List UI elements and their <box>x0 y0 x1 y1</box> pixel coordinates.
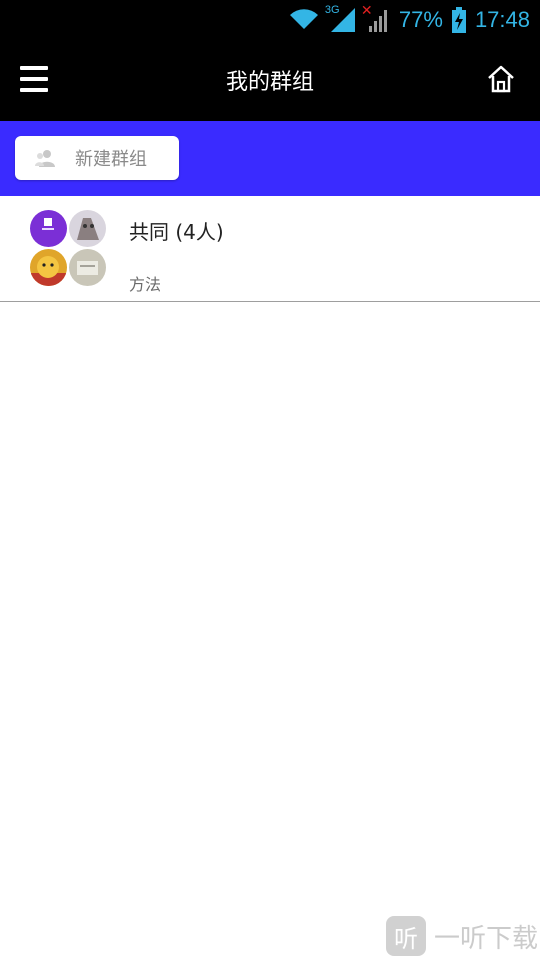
network-type-label: 3G <box>324 4 340 16</box>
watermark-logo-icon: 听 <box>385 916 426 956</box>
group-list-item[interactable]: 共同 (4人) 方法 <box>0 196 540 302</box>
wifi-icon <box>289 9 318 29</box>
battery-charging-icon <box>451 7 466 33</box>
group-name: 共同 (4人) <box>129 220 224 244</box>
member-avatar <box>69 249 106 286</box>
member-avatar <box>30 210 67 247</box>
watermark-text: 一听下载 <box>433 923 538 954</box>
app-bar: 我的群组 <box>0 40 540 121</box>
home-icon[interactable] <box>486 64 516 94</box>
new-group-label: 新建群组 <box>75 149 147 170</box>
status-bar: 3G ✕ 77% 17:48 <box>0 0 540 40</box>
battery-percent: 77% <box>398 7 443 32</box>
no-signal-icon: ✕ <box>361 2 391 32</box>
new-group-button[interactable]: 新建群组 <box>15 136 179 180</box>
group-list: 共同 (4人) 方法 <box>0 196 540 302</box>
status-icons: 3G ✕ 77% 17:48 <box>289 0 530 40</box>
member-avatar <box>69 210 106 247</box>
member-avatar <box>30 249 67 286</box>
watermark: 听 一听下载 <box>385 914 538 958</box>
mobile-signal-3g-icon: 3G <box>325 4 355 32</box>
group-toolbar: 新建群组 <box>0 121 540 196</box>
group-avatar-grid <box>30 210 106 286</box>
group-description: 方法 <box>129 275 162 294</box>
page-title: 我的群组 <box>225 70 314 95</box>
add-group-icon <box>35 150 55 167</box>
clock: 17:48 <box>474 7 530 32</box>
